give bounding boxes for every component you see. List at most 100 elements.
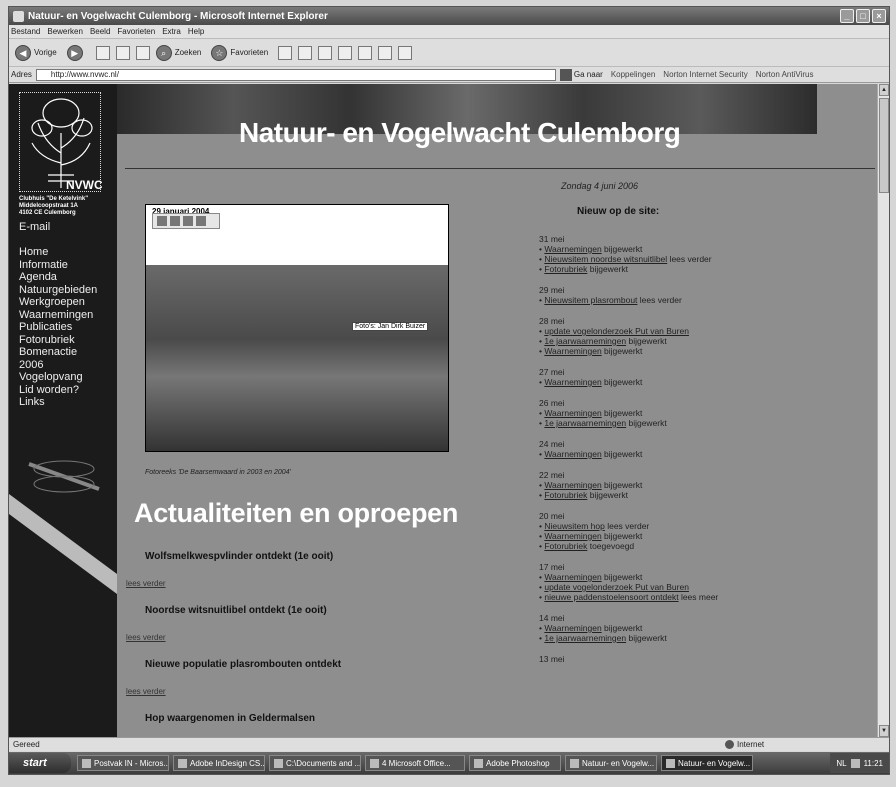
update-link[interactable]: Waarnemingen — [544, 244, 601, 254]
task-ie-1[interactable]: Natuur- en Vogelw... — [565, 755, 657, 771]
refresh-icon[interactable] — [115, 45, 130, 60]
minimize-button[interactable]: _ — [840, 9, 854, 23]
task-office[interactable]: 4 Microsoft Office... — [365, 755, 465, 771]
research-icon[interactable] — [378, 45, 393, 60]
nav-home[interactable]: Home — [19, 246, 97, 259]
address-input[interactable]: http://www.nvwc.nl/ — [35, 68, 556, 81]
search-button[interactable]: ⌕ Zoeken — [155, 44, 201, 61]
vertical-scrollbar[interactable]: ▲ ▼ — [877, 84, 889, 737]
language-indicator[interactable]: NL — [836, 759, 846, 768]
maximize-button[interactable]: □ — [856, 9, 870, 23]
update-group: 26 meiWaarnemingen bijgewerkt1e jaarwaar… — [539, 398, 799, 428]
update-link[interactable]: Nieuwsitem hop — [544, 521, 604, 531]
nav-natuurgebieden[interactable]: Natuurgebieden — [19, 284, 97, 297]
update-link[interactable]: Waarnemingen — [544, 531, 601, 541]
update-item: Fotorubriek bijgewerkt — [539, 490, 799, 500]
update-link[interactable]: Fotorubriek — [544, 541, 587, 551]
lees-verder-link[interactable]: lees verder — [126, 579, 166, 588]
update-link[interactable]: Nieuwsitem plasrombout — [544, 295, 637, 305]
close-button[interactable]: × — [872, 9, 886, 23]
nav-vogelopvang[interactable]: Vogelopvang — [19, 371, 97, 384]
nav-lid-worden[interactable]: Lid worden? — [19, 384, 97, 397]
update-link[interactable]: nieuwe paddenstoelensoort ontdekt — [544, 592, 678, 602]
update-link[interactable]: Waarnemingen — [544, 572, 601, 582]
update-item: update vogelonderzoek Put van Buren — [539, 326, 799, 336]
print-icon[interactable] — [318, 45, 333, 60]
mail-icon[interactable] — [183, 216, 193, 226]
task-photoshop[interactable]: Adobe Photoshop — [469, 755, 561, 771]
update-link[interactable]: Nieuwsitem noordse witsnuitlibel — [544, 254, 667, 264]
menu-bestand[interactable]: Bestand — [11, 27, 40, 36]
edit-icon[interactable] — [338, 45, 353, 60]
nav-informatie[interactable]: Informatie — [19, 259, 97, 272]
task-explorer[interactable]: C:\Documents and ... — [269, 755, 361, 771]
update-note: bijgewerkt — [589, 490, 628, 500]
discuss-icon[interactable] — [358, 45, 373, 60]
tray-icon[interactable] — [850, 758, 860, 768]
scroll-down-icon[interactable]: ▼ — [879, 725, 889, 737]
update-link[interactable]: 1e jaarwaarnemingen — [544, 418, 626, 428]
save-icon[interactable] — [157, 216, 167, 226]
start-button[interactable]: start — [9, 753, 71, 773]
scroll-thumb[interactable] — [879, 98, 889, 193]
update-link[interactable]: update vogelonderzoek Put van Buren — [544, 326, 689, 336]
svg-text:NVWC: NVWC — [66, 178, 102, 192]
update-link[interactable]: Waarnemingen — [544, 449, 601, 459]
nav-bomenactie[interactable]: Bomenactie — [19, 346, 97, 359]
news-title: Hop waargenomen in Geldermalsen — [145, 713, 316, 724]
links-button[interactable]: Koppelingen — [611, 70, 655, 79]
nav-links[interactable]: Links — [19, 396, 97, 409]
task-ie-2[interactable]: Natuur- en Vogelw... — [661, 755, 753, 771]
ie-window: Natuur- en Vogelwacht Culemborg - Micros… — [8, 6, 890, 775]
menu-help[interactable]: Help — [188, 27, 204, 36]
nav-2006[interactable]: 2006 — [19, 359, 97, 372]
folder-icon — [274, 758, 283, 768]
update-link[interactable]: 1e jaarwaarnemingen — [544, 336, 626, 346]
stop-icon[interactable] — [95, 45, 110, 60]
history-icon[interactable] — [278, 45, 293, 60]
nav-publicaties[interactable]: Publicaties — [19, 321, 97, 334]
norton-security-button[interactable]: Norton Internet Security — [663, 70, 747, 79]
print-icon[interactable] — [170, 216, 180, 226]
forward-button[interactable]: ▶ — [66, 44, 86, 61]
update-link[interactable]: Fotorubriek — [544, 264, 587, 274]
update-note: bijgewerkt — [604, 449, 643, 459]
messenger-icon[interactable] — [398, 45, 413, 60]
side-nav: Home Informatie Agenda Natuurgebieden We… — [19, 246, 97, 409]
update-group: 28 meiupdate vogelonderzoek Put van Bure… — [539, 316, 799, 356]
menu-favorieten[interactable]: Favorieten — [117, 27, 155, 36]
menu-beeld[interactable]: Beeld — [90, 27, 110, 36]
update-link[interactable]: Waarnemingen — [544, 623, 601, 633]
menu-bewerken[interactable]: Bewerken — [47, 27, 83, 36]
menu-extra[interactable]: Extra — [162, 27, 181, 36]
update-link[interactable]: Fotorubriek — [544, 490, 587, 500]
go-arrow-icon — [559, 68, 572, 81]
update-link[interactable]: Waarnemingen — [544, 377, 601, 387]
update-item: Waarnemingen bijgewerkt — [539, 531, 799, 541]
lees-verder-link[interactable]: lees verder — [126, 687, 166, 696]
nav-agenda[interactable]: Agenda — [19, 271, 97, 284]
task-outlook[interactable]: Postvak IN - Micros... — [77, 755, 169, 771]
favorites-button[interactable]: ☆ Favorieten — [211, 44, 268, 61]
nav-werkgroepen[interactable]: Werkgroepen — [19, 296, 97, 309]
update-link[interactable]: Waarnemingen — [544, 346, 601, 356]
task-indesign[interactable]: Adobe InDesign CS... — [173, 755, 265, 771]
email-link[interactable]: E-mail — [19, 221, 50, 233]
update-link[interactable]: Waarnemingen — [544, 480, 601, 490]
outlook-icon — [82, 758, 91, 768]
nav-fotorubriek[interactable]: Fotorubriek — [19, 334, 97, 347]
update-link[interactable]: update vogelonderzoek Put van Buren — [544, 582, 689, 592]
go-button[interactable]: Ga naar — [559, 68, 603, 81]
photo-credit: Foto's: Jan Dirk Buizer — [352, 322, 429, 331]
update-link[interactable]: Waarnemingen — [544, 408, 601, 418]
back-button[interactable]: ◀ Vorige — [15, 44, 57, 61]
lees-verder-link[interactable]: lees verder — [126, 633, 166, 642]
update-link[interactable]: 1e jaarwaarnemingen — [544, 633, 626, 643]
update-note: bijgewerkt — [604, 480, 643, 490]
norton-antivirus-button[interactable]: Norton AntiVirus — [756, 70, 814, 79]
scroll-up-icon[interactable]: ▲ — [879, 84, 889, 96]
folder-icon[interactable] — [196, 216, 206, 226]
home-icon[interactable] — [135, 45, 150, 60]
mail-icon[interactable] — [298, 45, 313, 60]
nav-waarnemingen[interactable]: Waarnemingen — [19, 309, 97, 322]
